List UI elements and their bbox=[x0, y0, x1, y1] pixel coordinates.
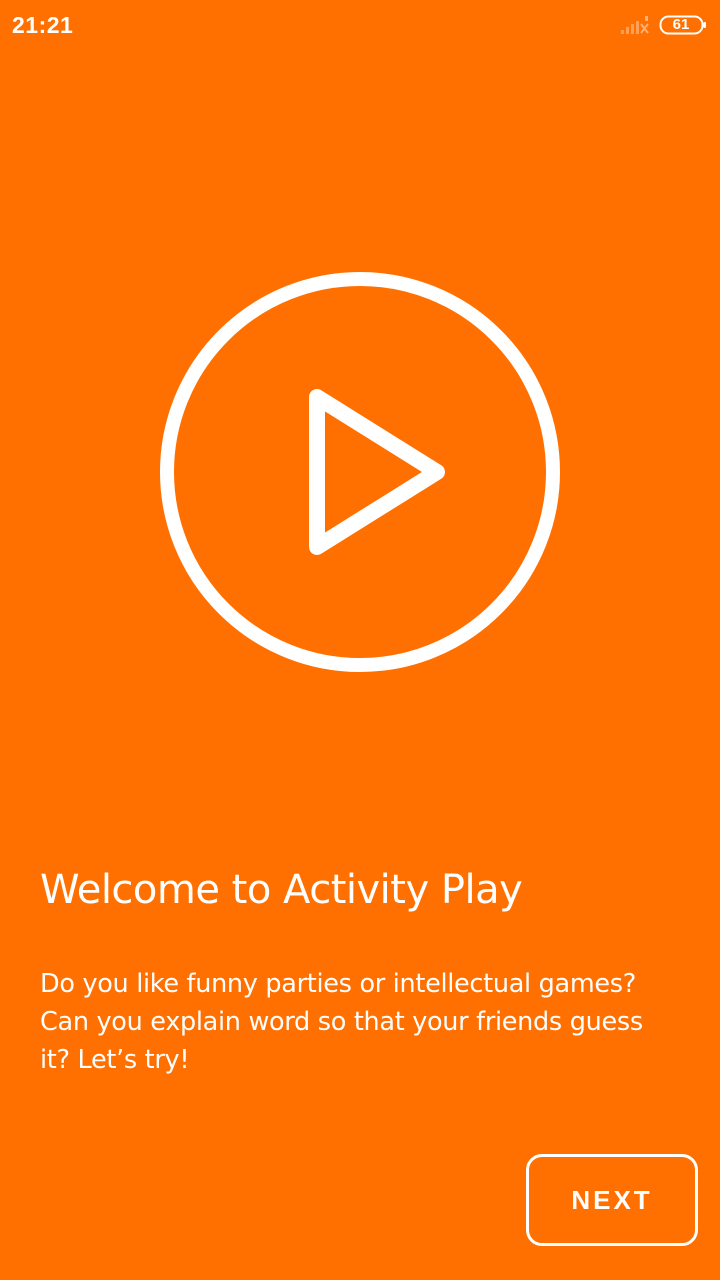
signal-weak-icon bbox=[621, 16, 649, 34]
play-circle-icon bbox=[160, 272, 560, 672]
next-button[interactable]: NEXT bbox=[526, 1154, 698, 1246]
welcome-title: Welcome to Activity Play bbox=[40, 867, 523, 913]
battery-level: 61 bbox=[672, 16, 690, 33]
welcome-description: Do you like funny parties or intellectua… bbox=[40, 969, 643, 1075]
status-bar: 21:21 61 bbox=[0, 0, 720, 52]
status-time: 21:21 bbox=[12, 12, 74, 38]
